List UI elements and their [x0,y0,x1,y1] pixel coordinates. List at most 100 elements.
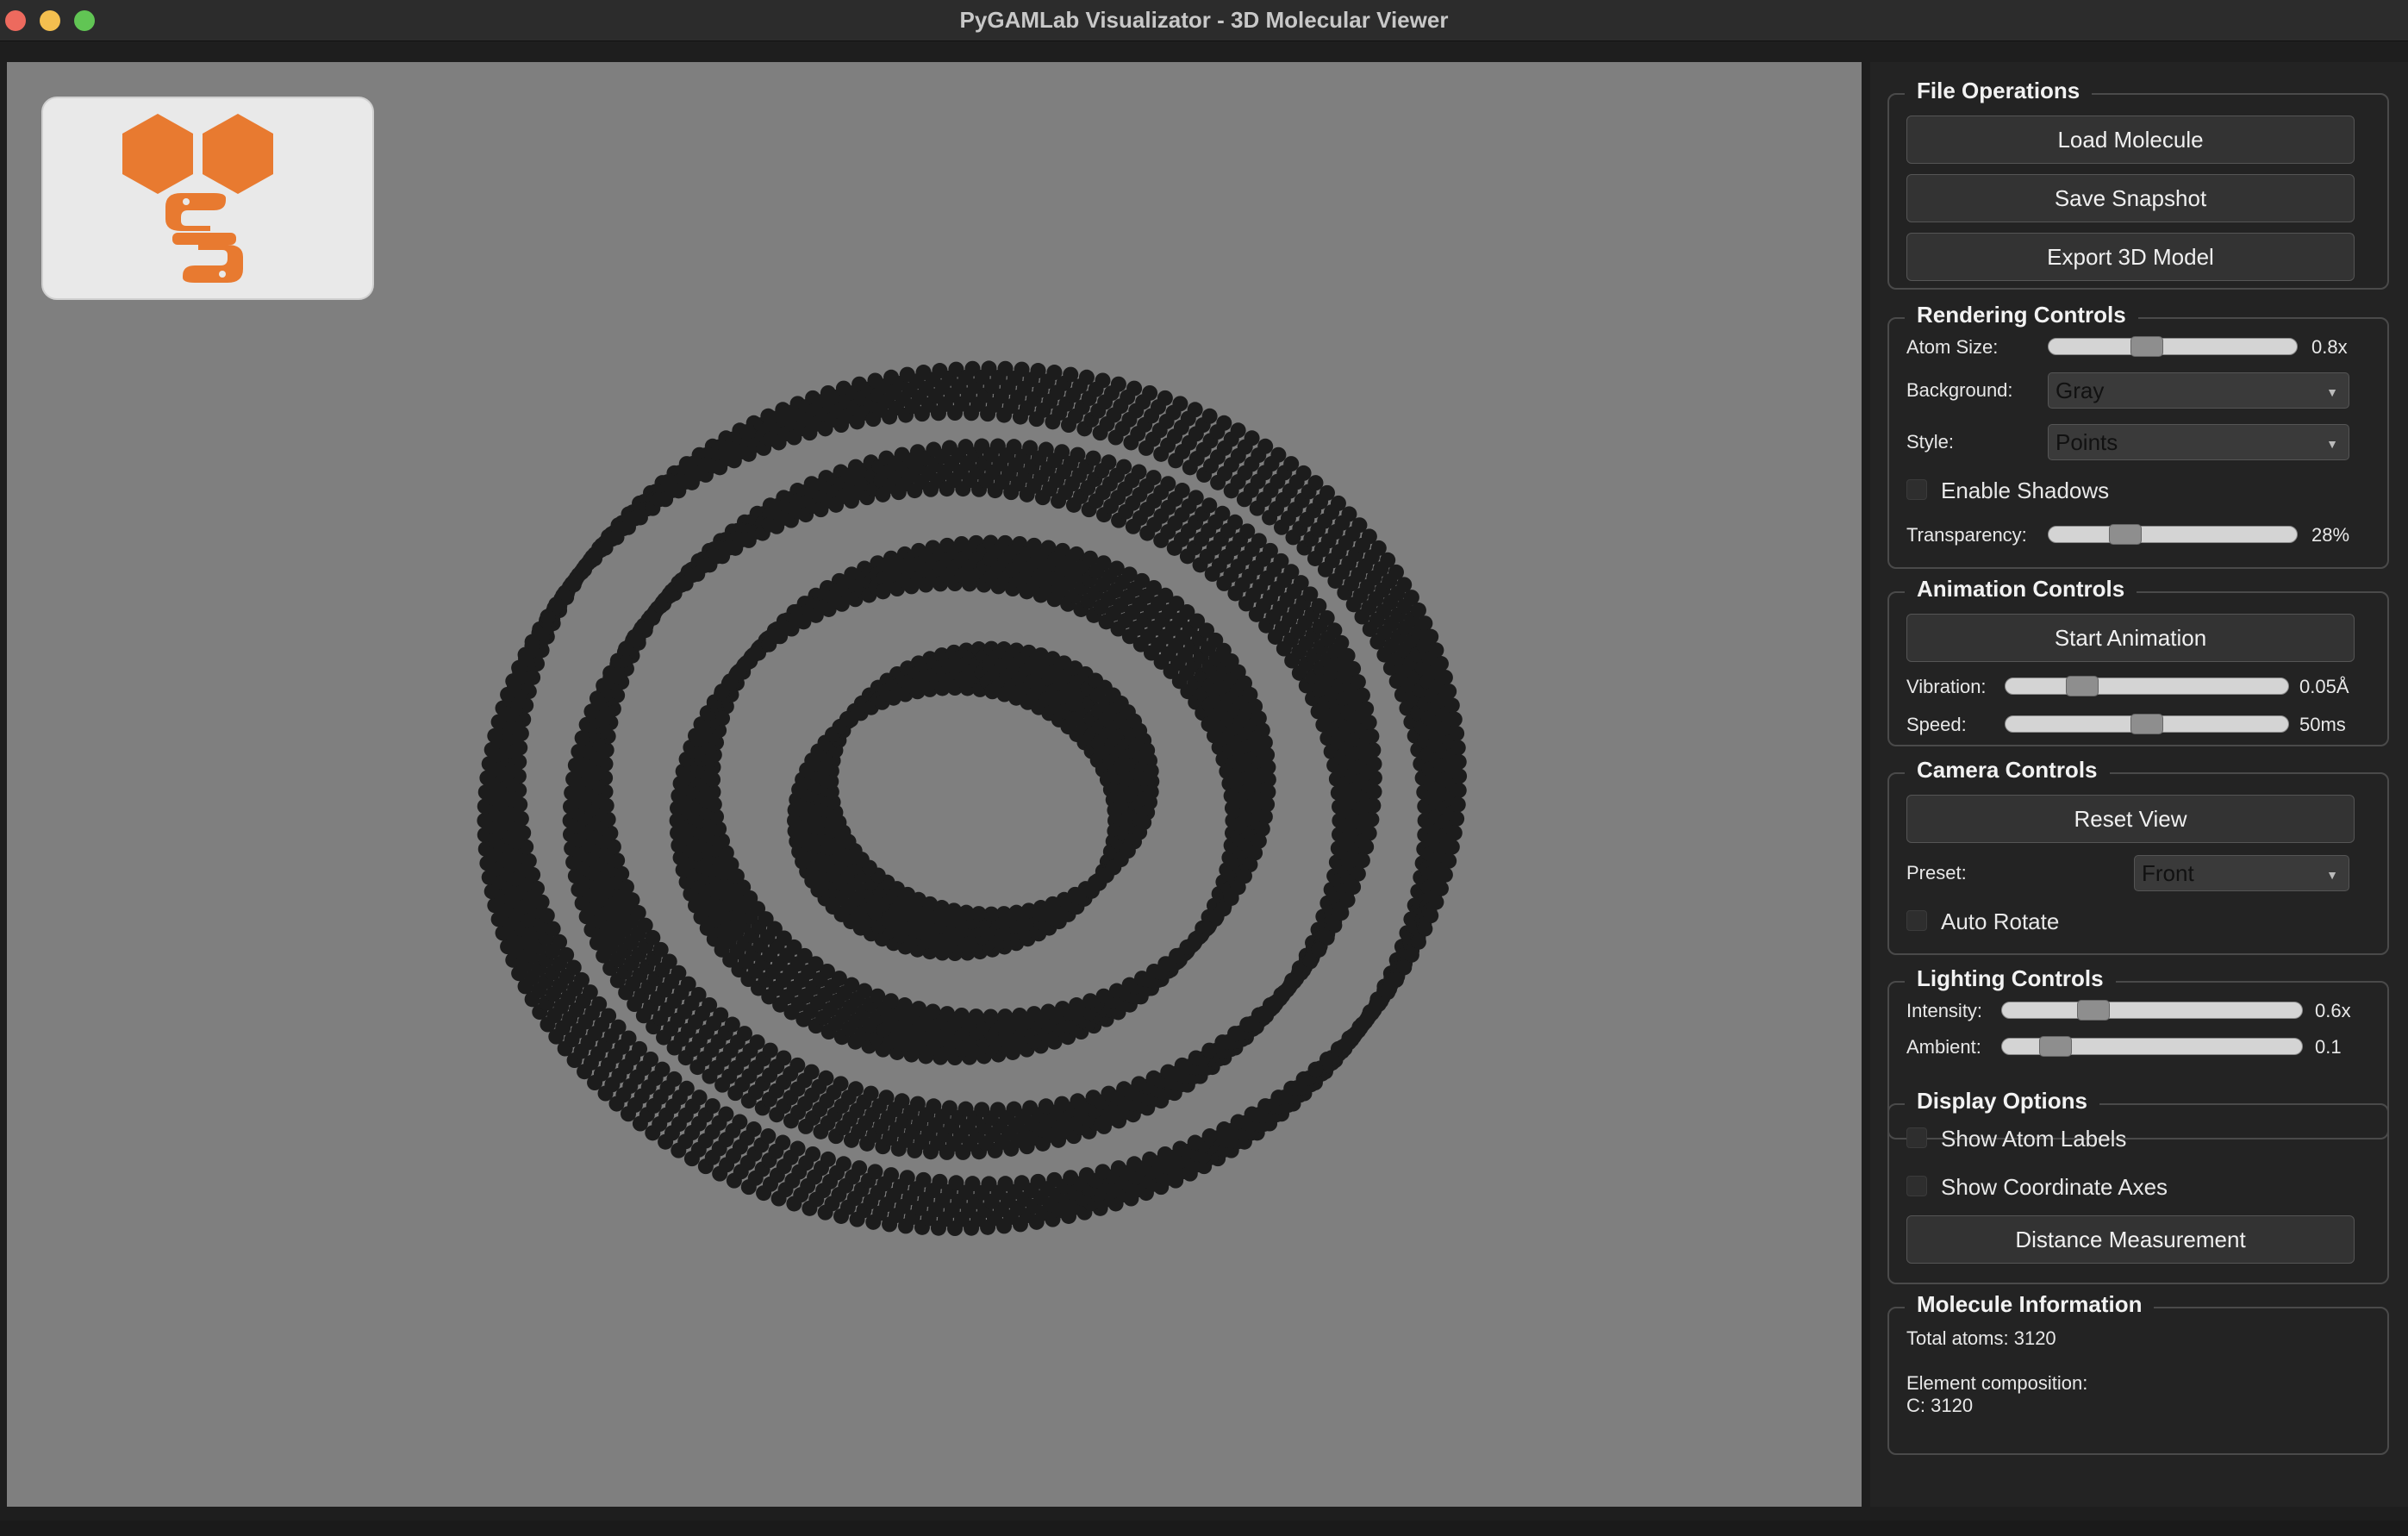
atom-point [1126,380,1143,396]
window-title: PyGAMLab Visualizator - 3D Molecular Vie… [959,7,1449,33]
atom-point [867,1164,883,1180]
atom-point [678,1080,695,1096]
atom-point [1216,415,1232,431]
atom-point [704,1098,721,1115]
atom-point [1257,438,1274,454]
atom-point [1038,1098,1054,1115]
atom-point [1437,669,1453,685]
atom-point [1354,852,1370,869]
atom-point [666,1071,683,1087]
atom-point [1174,483,1190,499]
vibration-slider-handle[interactable] [2066,676,2099,696]
speed-label: Speed: [1906,714,1967,735]
style-label: Style: [1906,431,1955,453]
reset-view-button[interactable]: Reset View [1906,795,2355,843]
atom-point [1101,454,1117,471]
atom-point [953,1007,970,1023]
atom-point [1428,894,1444,910]
start-animation-button[interactable]: Start Animation [1906,614,2355,662]
atom-point [1358,839,1375,855]
load-molecule-button[interactable]: Load Molecule [1906,116,2355,164]
ambient-slider-handle[interactable] [2039,1036,2072,1057]
dock-strip [0,1520,2408,1536]
atom-point [1142,384,1158,401]
atom-point [762,1042,778,1058]
atom-point [1172,1140,1188,1157]
atom-point [1365,797,1382,814]
atom-point [1054,1096,1070,1112]
vibration-label: Vibration: [1906,676,1987,697]
atom-point [997,1176,1014,1192]
atom-point [1423,908,1439,924]
style-select[interactable]: Points ▼ [2048,424,2349,460]
atom-point [805,1146,821,1162]
show-coordinate-axes-checkbox[interactable] [1906,1176,1927,1196]
atom-point [1358,701,1375,717]
atom-point [1230,1114,1246,1130]
export-3d-model-button[interactable]: Export 3D Model [1906,233,2355,281]
show-atom-labels-label[interactable]: Show Atom Labels [1941,1126,2126,1152]
transparency-value: 28% [2311,524,2350,546]
atom-point [1040,1003,1057,1020]
save-snapshot-button[interactable]: Save Snapshot [1906,174,2355,222]
atom-point [1366,784,1382,800]
element-composition-value: C: 3120 [1906,1395,1974,1416]
atom-point [894,1093,910,1109]
atom-point [863,1085,879,1102]
atom-point [1450,782,1467,798]
atom-point [1160,1064,1176,1080]
distance-measurement-button[interactable]: Distance Measurement [1906,1215,2355,1264]
display-options-group: Display Options Show Atom Labels Show Co… [1887,1088,2389,1284]
vibration-slider[interactable] [2005,676,2289,696]
speed-slider-handle[interactable] [2130,714,2163,734]
animation-controls-title: Animation Controls [1905,576,2137,603]
atom-point [1026,1006,1042,1022]
transparency-slider-handle[interactable] [2109,524,2142,545]
atom-point [1078,1167,1095,1183]
atom-point [983,1008,999,1025]
total-atoms-text: Total atoms: 3120 [1906,1327,2056,1349]
atom-point [974,1102,990,1118]
atom-point [1363,728,1380,745]
atom-point [1257,1098,1274,1115]
atom-point [1030,1173,1046,1189]
show-coordinate-axes-label[interactable]: Show Coordinate Axes [1941,1174,2168,1201]
speed-slider[interactable] [2005,714,2289,734]
atom-point [1270,1090,1287,1106]
ambient-value: 0.1 [2315,1036,2342,1058]
atom-point [1446,711,1463,727]
ambient-slider[interactable] [2001,1036,2303,1057]
auto-rotate-checkbox[interactable] [1906,910,1927,931]
element-composition-label: Element composition: [1906,1372,2088,1394]
auto-rotate-label[interactable]: Auto Rotate [1941,908,2059,935]
atom-point [1361,825,1377,841]
intensity-slider-handle[interactable] [2077,1000,2110,1021]
atom-point [1361,715,1377,731]
show-atom-labels-checkbox[interactable] [1906,1127,1927,1148]
intensity-slider[interactable] [2001,1000,2303,1021]
atom-point [1214,505,1231,521]
atom-point [1188,490,1204,506]
atom-point [1145,470,1162,486]
atom-point [1143,763,1159,779]
background-select[interactable]: Gray ▼ [2048,372,2349,409]
atom-point [1365,742,1382,759]
atom-point [915,1171,932,1188]
atom-point [1131,464,1147,480]
transparency-label: Transparency: [1906,524,2027,546]
molecule-viewport[interactable] [7,62,1862,1507]
chevron-down-icon: ▼ [2326,868,2338,882]
atom-point [820,1151,836,1167]
control-panel: File Operations Load Molecule Save Snaps… [1870,62,2408,1507]
transparency-slider[interactable] [2048,524,2298,545]
enable-shadows-label[interactable]: Enable Shadows [1941,478,2109,504]
camera-preset-select[interactable]: Front ▼ [2134,855,2349,891]
atom-point [1174,1057,1190,1073]
atom-size-slider-handle[interactable] [2130,336,2163,357]
lighting-controls-title: Lighting Controls [1905,965,2116,992]
atom-point [911,1001,927,1017]
atom-size-slider[interactable] [2048,336,2298,357]
atom-point [1227,1026,1244,1042]
enable-shadows-checkbox[interactable] [1906,479,1927,500]
atom-point [1423,628,1439,645]
